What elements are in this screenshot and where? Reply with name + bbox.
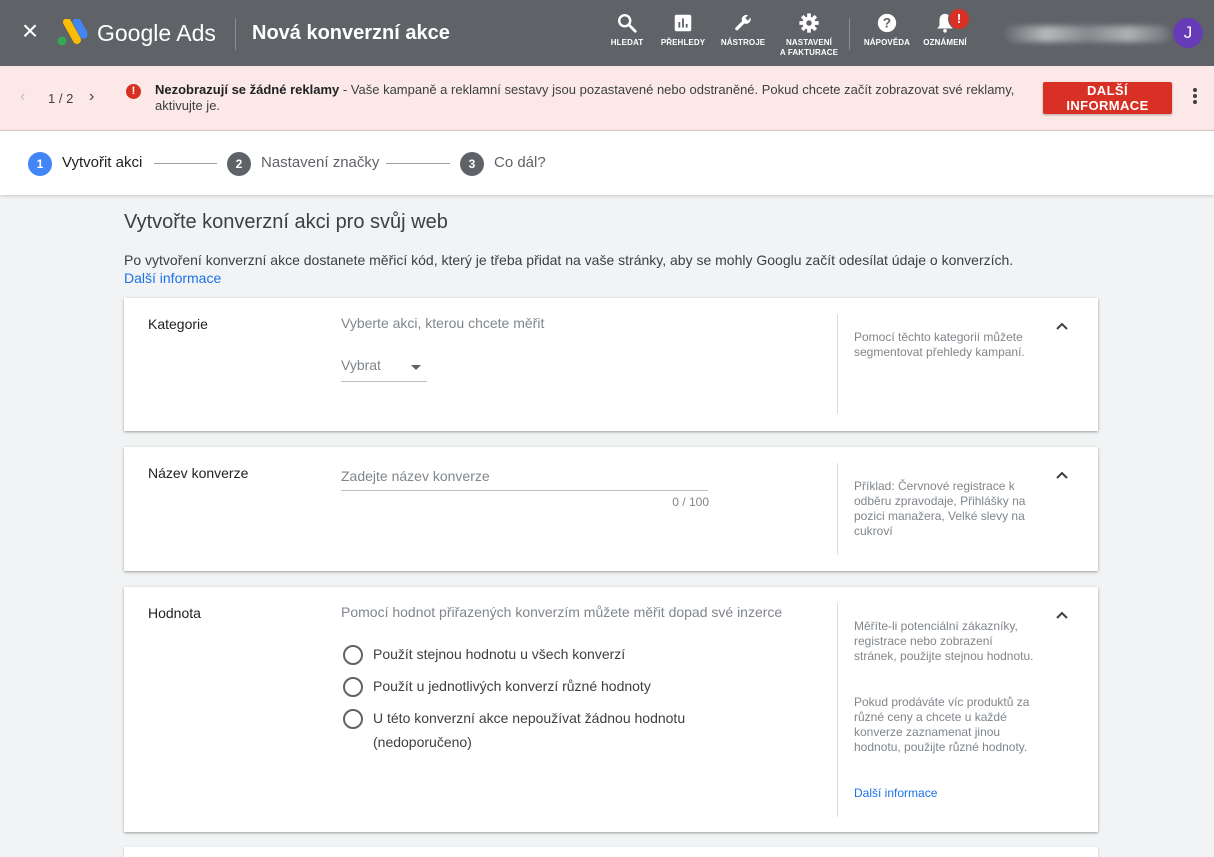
chevron-up-icon[interactable] [1054,609,1070,621]
google-ads-logo [57,19,88,46]
category-label: Kategorie [148,316,208,332]
description-text: Po vytvoření konverzní akce dostanete mě… [124,252,1014,268]
chevron-left-icon[interactable]: ‹ [20,88,25,106]
settings-billing-button[interactable]: NASTAVENÍ A FAKTURACE [775,12,843,58]
value-help-1: Měříte-li potenciální zákazníky, registr… [854,619,1034,663]
step-1-label: Vytvořit akci [62,154,143,171]
category-select-value: Vybrat [341,357,381,373]
page-title: Nová konverzní akce [252,22,450,44]
value-option-label: Použít stejnou hodnotu u všech konverzí [373,646,626,662]
svg-text:?: ? [883,16,891,31]
tools-button[interactable]: NÁSTROJE [709,12,777,48]
char-counter: 0 / 100 [672,495,709,509]
conversion-name-card: Název konverze 0 / 100 Příklad: Červnové… [124,447,1098,571]
category-help: Pomocí těchto kategorií můžete segmentov… [854,330,1025,359]
step-2-label: Nastavení značky [261,154,380,171]
value-option-same[interactable]: Použít stejnou hodnotu u všech konverzí [343,645,823,669]
conversion-name-input[interactable] [341,462,708,491]
value-card: Hodnota Pomocí hodnot přiřazených konver… [124,587,1098,832]
step-connector [386,163,450,164]
step-1-number: 1 [28,152,52,176]
more-info-button[interactable]: DALŠÍ INFORMACE [1043,82,1172,114]
help-icon: ? [877,13,897,33]
value-label: Hodnota [148,605,201,621]
close-icon[interactable]: × [18,17,42,45]
category-card: Kategorie Vyberte akci, kterou chcete mě… [124,298,1098,431]
card-divider [837,603,838,817]
reports-icon [674,14,692,32]
notification-badge: ! [948,8,970,30]
conversion-name-label: Název konverze [148,465,249,481]
card-divider [837,314,838,414]
settings-billing-label: NASTAVENÍ A FAKTURACE [775,38,843,58]
chevron-right-icon[interactable]: › [89,88,94,106]
radio-button[interactable] [343,709,363,729]
alert-title: Nezobrazují se žádné reklamy [155,82,340,97]
value-option-label: U této konverzní akce nepoužívat žádnou … [373,710,686,750]
alert-message: Nezobrazují se žádné reklamy - Vaše kamp… [155,82,1015,114]
radio-button[interactable] [343,645,363,665]
value-option-none[interactable]: U této konverzní akce nepoužívat žádnou … [343,709,823,757]
description-learn-more-link[interactable]: Další informace [124,270,221,286]
wrench-icon [735,14,751,31]
avatar[interactable]: J [1173,18,1203,48]
dropdown-arrow-icon [411,365,421,370]
settings-label-line1: NASTAVENÍ [786,38,832,47]
chevron-up-icon[interactable] [1054,320,1070,332]
stepper: 1 Vytvořit akci 2 Nastavení značky 3 Co … [0,131,1214,195]
notifications-button[interactable]: ! OZNÁMENÍ [911,8,979,48]
conversion-name-help: Příklad: Červnové registrace k odběru zp… [854,479,1026,538]
header-divider-2 [849,18,850,50]
alert-banner: ‹ 1 / 2 › ! Nezobrazují se žádné reklamy… [0,66,1214,131]
search-icon [618,14,637,33]
alert-pagination: 1 / 2 [48,91,74,106]
gear-icon [799,13,819,33]
category-select[interactable]: Vybrat [341,354,427,382]
step-connector [154,163,217,164]
card-divider [837,463,838,555]
value-hint: Pomocí hodnot přiřazených konverzím může… [341,604,783,620]
more-vert-icon[interactable] [1189,88,1201,108]
step-2-number: 2 [227,152,251,176]
chevron-up-icon[interactable] [1054,469,1070,481]
step-3-label: Co dál? [494,154,546,171]
reports-label: PŘEHLEDY [660,38,706,47]
value-help-2: Pokud prodáváte víc produktů za různé ce… [854,695,1030,754]
value-learn-more-link[interactable]: Další informace [854,786,1034,801]
top-app-bar: × Google Ads Nová konverzní akce HLEDAT … [0,0,1214,66]
section-heading: Vytvořte konverzní akci pro svůj web [124,211,448,233]
reports-button[interactable]: PŘEHLEDY [649,12,717,48]
settings-label-line2: A FAKTURACE [779,48,839,57]
section-description: Po vytvoření konverzní akce dostanete mě… [124,251,1084,287]
notifications-label: OZNÁMENÍ [923,38,967,47]
account-name-blurred [1005,26,1170,42]
header-divider [235,18,236,50]
radio-button[interactable] [343,677,363,697]
tools-label: NÁSTROJE [720,38,766,47]
category-hint: Vyberte akci, kterou chcete měřit [341,315,545,331]
step-3-number: 3 [460,152,484,176]
value-option-label: Použít u jednotlivých konverzí různé hod… [373,678,651,694]
error-icon: ! [126,84,141,99]
value-option-different[interactable]: Použít u jednotlivých konverzí různé hod… [343,677,823,701]
brand-name: Google Ads [97,20,216,46]
